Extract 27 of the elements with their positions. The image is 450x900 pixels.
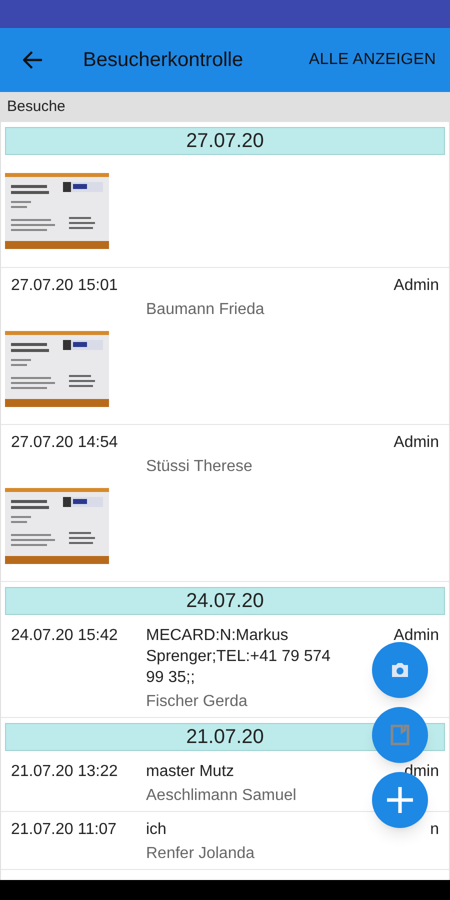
visit-time: 24.07.20 15:42 <box>11 626 119 646</box>
visitor-name: Aeschlimann Samuel <box>146 786 296 806</box>
document-icon <box>390 724 410 746</box>
user-label: Admin <box>394 433 439 453</box>
show-all-button[interactable]: ALLE ANZEIGEN <box>308 48 436 72</box>
visitor-name: Renfer Jolanda <box>146 844 255 864</box>
section-label: Besuche <box>7 96 66 117</box>
add-icon <box>386 786 414 814</box>
screen-title: Besucherkontrolle <box>83 48 244 73</box>
visit-time: 21.07.20 11:07 <box>11 820 118 840</box>
visit-time: 21.07.20 13:22 <box>11 762 119 782</box>
visit-note: ich <box>146 820 166 840</box>
user-label: Admin <box>394 276 439 296</box>
visitor-name: Stüssi Therese <box>146 457 252 477</box>
back-icon <box>23 51 43 69</box>
visitor-name: Fischer Gerda <box>146 692 248 712</box>
date-label: 21.07.20 <box>186 725 264 750</box>
visit-time: 27.07.20 15:01 <box>11 276 119 296</box>
date-label: 27.07.20 <box>186 129 264 154</box>
visitor-name: Baumann Frieda <box>146 300 264 320</box>
visit-time: 27.07.20 14:54 <box>11 433 119 453</box>
visit-note: master Mutz <box>146 762 234 782</box>
user-label: Admin <box>394 626 439 646</box>
visit-note: MECARD:N:Markus Sprenger;TEL:+41 79 574 99 35;; <box>146 626 332 688</box>
camera-icon <box>390 662 410 678</box>
date-label: 24.07.20 <box>186 589 264 614</box>
user-label: n <box>430 820 439 840</box>
